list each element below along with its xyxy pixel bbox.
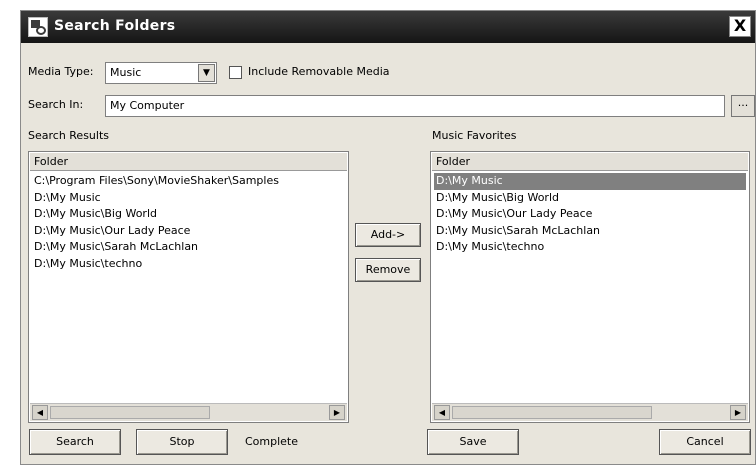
list-item[interactable]: D:\My Music\techno [32, 256, 345, 273]
search-results-list[interactable]: Folder C:\Program Files\Sony\MovieShaker… [28, 151, 349, 423]
favorites-horizontal-scrollbar[interactable]: ◀ ▶ [432, 403, 748, 421]
dropdown-arrow-icon[interactable]: ▼ [198, 64, 215, 82]
stop-button[interactable]: Stop [136, 429, 228, 455]
search-button[interactable]: Search [29, 429, 121, 455]
media-type-value: Music [110, 66, 142, 79]
search-folders-dialog: Search Folders X Media Type: Music ▼ Inc… [20, 10, 756, 465]
results-scroll-thumb[interactable] [50, 406, 210, 419]
list-item[interactable]: D:\My Music\Big World [32, 206, 345, 223]
list-item[interactable]: D:\My Music\Sarah McLachlan [434, 223, 746, 240]
include-removable-label[interactable]: Include Removable Media [248, 65, 390, 78]
favorites-folder-column-header[interactable]: Folder [432, 153, 748, 171]
status-text: Complete [245, 435, 299, 448]
list-item[interactable]: C:\Program Files\Sony\MovieShaker\Sample… [32, 173, 345, 190]
list-item[interactable]: D:\My Music\techno [434, 239, 746, 256]
search-in-value: My Computer [110, 99, 185, 112]
search-in-label: Search In: [28, 98, 84, 111]
scroll-left-arrow-icon[interactable]: ◀ [434, 405, 450, 420]
results-horizontal-scrollbar[interactable]: ◀ ▶ [30, 403, 347, 421]
cancel-button[interactable]: Cancel [659, 429, 751, 455]
music-favorites-list[interactable]: Folder D:\My Music D:\My Music\Big World… [430, 151, 750, 423]
search-in-field[interactable]: My Computer [105, 95, 725, 117]
include-removable-checkbox[interactable] [229, 66, 242, 79]
media-type-select[interactable]: Music ▼ [105, 62, 217, 84]
remove-button[interactable]: Remove [355, 258, 421, 282]
window-title: Search Folders [54, 18, 176, 34]
add-button[interactable]: Add-> [355, 223, 421, 247]
results-items: C:\Program Files\Sony\MovieShaker\Sample… [32, 173, 345, 272]
save-button[interactable]: Save [427, 429, 519, 455]
scroll-left-arrow-icon[interactable]: ◀ [32, 405, 48, 420]
favorites-items: D:\My Music D:\My Music\Big World D:\My … [434, 173, 746, 256]
list-item[interactable]: D:\My Music\Sarah McLachlan [32, 239, 345, 256]
favorites-scroll-thumb[interactable] [452, 406, 652, 419]
media-type-label: Media Type: [28, 65, 94, 78]
title-bar[interactable]: Search Folders X [21, 11, 755, 43]
scroll-right-arrow-icon[interactable]: ▶ [329, 405, 345, 420]
list-item[interactable]: D:\My Music\Our Lady Peace [434, 206, 746, 223]
list-item[interactable]: D:\My Music [434, 173, 746, 190]
close-button[interactable]: X [729, 16, 751, 37]
list-item[interactable]: D:\My Music [32, 190, 345, 207]
results-folder-column-header[interactable]: Folder [30, 153, 347, 171]
list-item[interactable]: D:\My Music\Our Lady Peace [32, 223, 345, 240]
music-favorites-heading: Music Favorites [432, 129, 517, 142]
scroll-right-arrow-icon[interactable]: ▶ [730, 405, 746, 420]
browse-button[interactable]: ... [731, 95, 755, 117]
search-folders-icon [28, 17, 48, 37]
search-results-heading: Search Results [28, 129, 110, 142]
list-item[interactable]: D:\My Music\Big World [434, 190, 746, 207]
